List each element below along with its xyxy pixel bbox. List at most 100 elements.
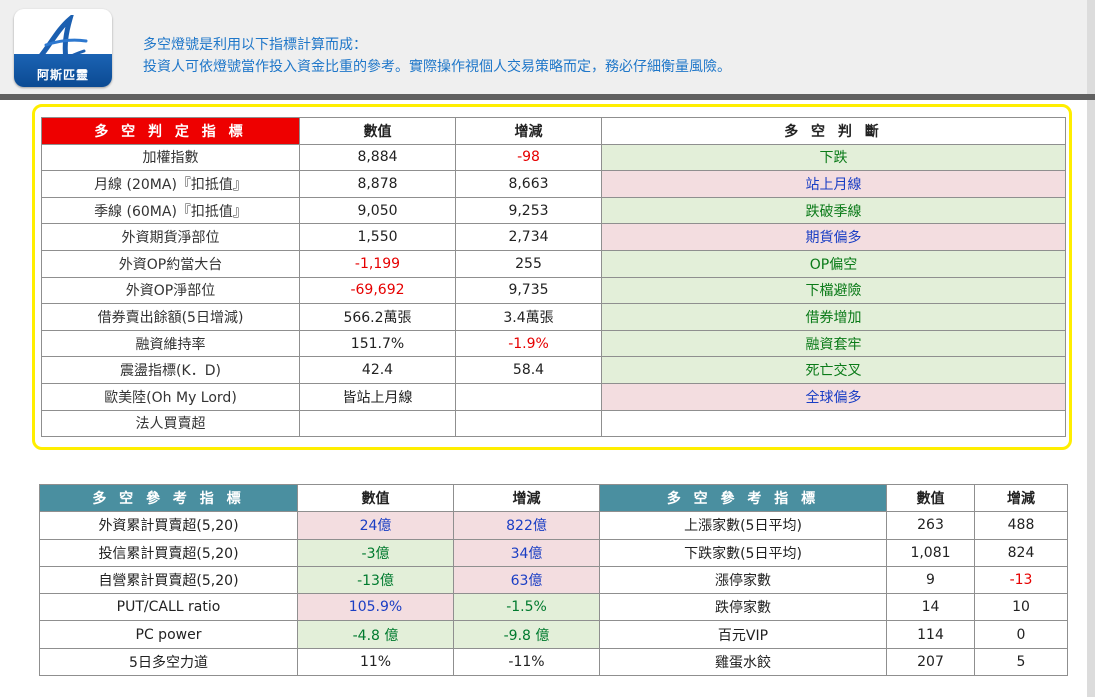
row-change: -98 bbox=[455, 143, 602, 172]
header-change-right: 增減 bbox=[974, 483, 1068, 513]
row-change-left: 34億 bbox=[453, 538, 600, 567]
row-label-left: PUT/CALL ratio bbox=[39, 593, 298, 622]
row-judgment: 下檔避險 bbox=[601, 276, 1066, 305]
row-value-right: 1,081 bbox=[886, 538, 975, 567]
bull-bear-judgment-table: 多 空 判 定 指 標 數值 增減 多 空 判 斷 加權指數 8,884 -98… bbox=[41, 117, 1066, 438]
row-label-right: 跌停家數 bbox=[599, 593, 887, 622]
table-row: 加權指數 8,884 -98 下跌 bbox=[41, 143, 1066, 172]
table-header-row: 多 空 判 定 指 標 數值 增減 多 空 判 斷 bbox=[41, 117, 1066, 145]
row-change: 3.4萬張 bbox=[455, 303, 602, 331]
row-judgment: 全球偏多 bbox=[601, 382, 1066, 411]
row-value-left: 105.9% bbox=[297, 593, 454, 622]
header-indicator: 多 空 判 定 指 標 bbox=[41, 117, 300, 145]
row-label: 外資OP淨部位 bbox=[41, 276, 300, 305]
table-row: 月線 (20MA)『扣抵值』 8,878 8,663 站上月線 bbox=[41, 170, 1066, 198]
header-reference-left: 多 空 參 考 指 標 bbox=[39, 483, 298, 513]
row-value-left: -13億 bbox=[297, 565, 454, 595]
row-label: 外資期貨淨部位 bbox=[41, 223, 300, 251]
header-reference-right: 多 空 參 考 指 標 bbox=[599, 483, 887, 513]
row-label-left: 5日多空力道 bbox=[39, 647, 298, 677]
table-header-row: 多 空 參 考 指 標 數值 增減 多 空 參 考 指 標 數值 增減 bbox=[39, 483, 1068, 513]
row-label: 歐美陸(Oh My Lord) bbox=[41, 382, 300, 411]
row-value: -69,692 bbox=[299, 276, 456, 305]
row-label-right: 下跌家數(5日平均) bbox=[599, 538, 887, 567]
table-row: PUT/CALL ratio 105.9% -1.5% 跌停家數 14 10 bbox=[39, 593, 1068, 622]
row-label: 震盪指標(K．D) bbox=[41, 356, 300, 384]
table-row: 5日多空力道 11% -11% 雞蛋水餃 207 5 bbox=[39, 647, 1068, 677]
row-change-left: -9.8 億 bbox=[453, 620, 600, 649]
table-row: 外資OP約當大台 -1,199 255 OP偏空 bbox=[41, 249, 1066, 278]
row-label-right: 百元VIP bbox=[599, 620, 887, 649]
row-value-right: 114 bbox=[886, 620, 975, 649]
table-row: PC power -4.8 億 -9.8 億 百元VIP 114 0 bbox=[39, 620, 1068, 649]
header-divider bbox=[0, 94, 1095, 100]
row-value: 8,878 bbox=[299, 170, 456, 198]
row-value-left: 24億 bbox=[297, 511, 454, 540]
row-judgment: 下跌 bbox=[601, 143, 1066, 172]
table-row: 歐美陸(Oh My Lord) 皆站上月線 全球偏多 bbox=[41, 382, 1066, 411]
row-change: 2,734 bbox=[455, 223, 602, 251]
table-row: 自營累計買賣超(5,20) -13億 63億 漲停家數 9 -13 bbox=[39, 565, 1068, 595]
row-judgment: 期貨偏多 bbox=[601, 223, 1066, 251]
row-change: 9,253 bbox=[455, 196, 602, 225]
row-label: 加權指數 bbox=[41, 143, 300, 172]
row-value-left: 11% bbox=[297, 647, 454, 677]
row-label-right: 上漲家數(5日平均) bbox=[599, 511, 887, 540]
row-judgment: OP偏空 bbox=[601, 249, 1066, 278]
table-row: 投信累計買賣超(5,20) -3億 34億 下跌家數(5日平均) 1,081 8… bbox=[39, 538, 1068, 567]
intro-text: 多空燈號是利用以下指標計算而成： 投資人可依燈號當作投入資金比重的參考。實際操作… bbox=[143, 34, 731, 78]
row-value: 皆站上月線 bbox=[299, 382, 456, 411]
table-row: 季線 (60MA)『扣抵值』 9,050 9,253 跌破季線 bbox=[41, 196, 1066, 225]
header-value-left: 數值 bbox=[297, 483, 454, 513]
header-value: 數值 bbox=[299, 117, 456, 145]
row-value-right: 14 bbox=[886, 593, 975, 622]
row-label: 法人買賣超 bbox=[41, 409, 300, 438]
row-value-left: -4.8 億 bbox=[297, 620, 454, 649]
row-value bbox=[299, 409, 456, 438]
row-change: 8,663 bbox=[455, 170, 602, 198]
table-row: 借券賣出餘額(5日增減) 566.2萬張 3.4萬張 借券增加 bbox=[41, 303, 1066, 331]
row-value-left: -3億 bbox=[297, 538, 454, 567]
row-value-right: 263 bbox=[886, 511, 975, 540]
row-change: 58.4 bbox=[455, 356, 602, 384]
row-change-right: -13 bbox=[974, 565, 1068, 595]
row-change: 9,735 bbox=[455, 276, 602, 305]
row-change-left: -11% bbox=[453, 647, 600, 677]
table-row: 震盪指標(K．D) 42.4 58.4 死亡交叉 bbox=[41, 356, 1066, 384]
row-change-right: 5 bbox=[974, 647, 1068, 677]
row-judgment: 死亡交叉 bbox=[601, 356, 1066, 384]
row-change-right: 488 bbox=[974, 511, 1068, 540]
logo-text: 阿斯匹靈 bbox=[36, 68, 89, 82]
row-label: 季線 (60MA)『扣抵值』 bbox=[41, 196, 300, 225]
right-edge bbox=[1087, 0, 1095, 697]
row-change bbox=[455, 409, 602, 438]
row-value-right: 9 bbox=[886, 565, 975, 595]
header-change-left: 增減 bbox=[453, 483, 600, 513]
row-change: 255 bbox=[455, 249, 602, 278]
row-label-left: 自營累計買賣超(5,20) bbox=[39, 565, 298, 595]
row-judgment: 站上月線 bbox=[601, 170, 1066, 198]
table-row: 外資OP淨部位 -69,692 9,735 下檔避險 bbox=[41, 276, 1066, 305]
intro-line-1: 多空燈號是利用以下指標計算而成： bbox=[143, 37, 367, 53]
row-label-right: 雞蛋水餃 bbox=[599, 647, 887, 677]
row-label: 月線 (20MA)『扣抵值』 bbox=[41, 170, 300, 198]
row-change: -1.9% bbox=[455, 329, 602, 358]
row-change bbox=[455, 382, 602, 411]
row-judgment bbox=[601, 409, 1066, 438]
row-label-left: 外資累計買賣超(5,20) bbox=[39, 511, 298, 540]
header-judgment: 多 空 判 斷 bbox=[601, 117, 1066, 145]
row-label: 借券賣出餘額(5日增減) bbox=[41, 303, 300, 331]
table-row: 外資累計買賣超(5,20) 24億 822億 上漲家數(5日平均) 263 48… bbox=[39, 511, 1068, 540]
row-change-right: 0 bbox=[974, 620, 1068, 649]
row-label: 融資維持率 bbox=[41, 329, 300, 358]
table-row: 外資期貨淨部位 1,550 2,734 期貨偏多 bbox=[41, 223, 1066, 251]
row-change-left: -1.5% bbox=[453, 593, 600, 622]
logo-a-icon bbox=[37, 15, 88, 62]
row-value: -1,199 bbox=[299, 249, 456, 278]
row-value: 1,550 bbox=[299, 223, 456, 251]
aspirin-logo: 阿斯匹靈 bbox=[14, 9, 112, 87]
header-change: 增減 bbox=[455, 117, 602, 145]
table-row: 融資維持率 151.7% -1.9% 融資套牢 bbox=[41, 329, 1066, 358]
row-label-right: 漲停家數 bbox=[599, 565, 887, 595]
row-change-left: 822億 bbox=[453, 511, 600, 540]
